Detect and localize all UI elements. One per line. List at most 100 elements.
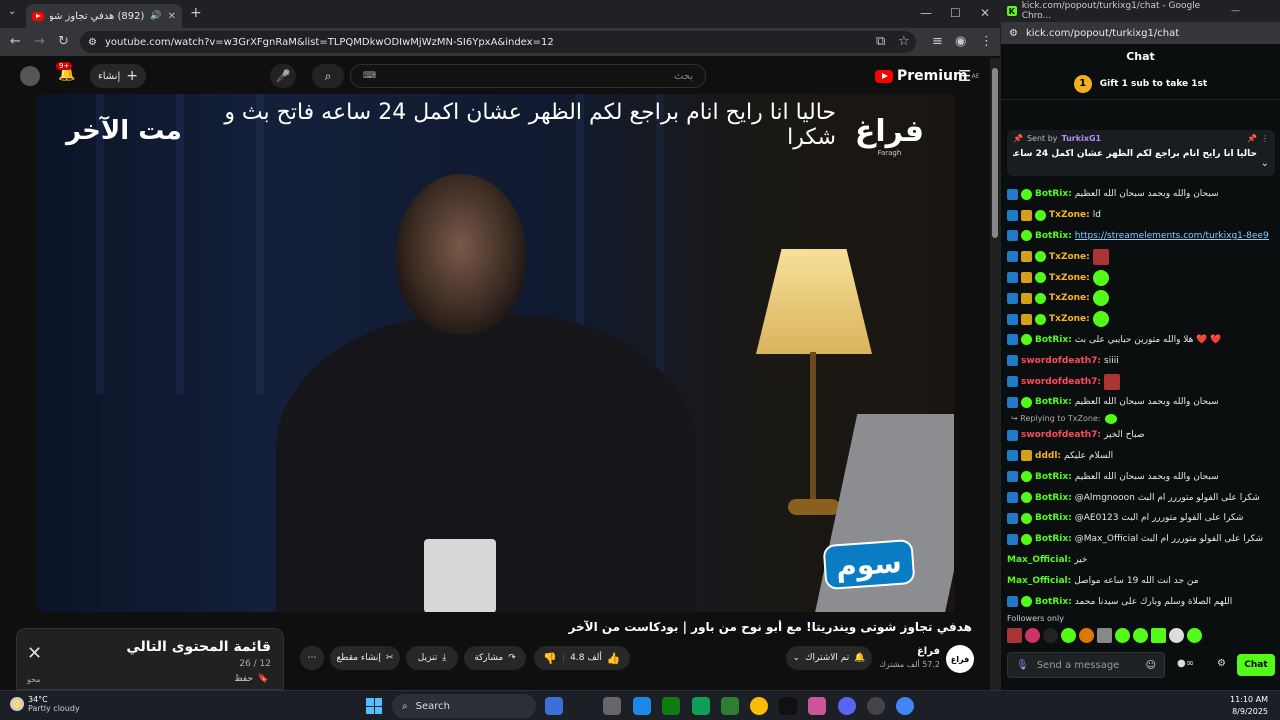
user-avatar[interactable] [20,66,40,86]
emote[interactable] [1169,628,1184,643]
channel-name[interactable]: فراغ [860,646,940,657]
system-clock[interactable]: 11:10 AM 8/9/2025 [1230,694,1268,718]
chat-username[interactable]: TxZone: [1049,293,1090,303]
chat-message[interactable]: BotRix: اللهم الصلاة وسلم وبارك على سيدنا… [1007,591,1269,612]
tab-audio-icon[interactable]: 🔊 [150,11,161,21]
chat-link[interactable]: https://streamelements.com/turkixg1-8ee9… [1075,231,1269,241]
chat-message[interactable]: BotRix: سبحان والله وبحمد سبحان الله العظ… [1007,392,1269,413]
app-icon[interactable] [867,697,885,715]
chrome-icon[interactable] [750,697,768,715]
pinned-message[interactable]: 📌 Sent by TurkixG1 📌 ⋮ حاليا انا رايح ان… [1007,130,1275,176]
address-bar[interactable]: ⚙ youtube.com/watch?v=w3GrXFgnRaM&list=T… [80,31,916,53]
emote[interactable] [1007,628,1022,643]
like-count[interactable]: 4.8 ألف [570,653,602,663]
download-button[interactable]: تنزيل ⤓ [406,646,458,670]
tab-search-list-icon[interactable]: ≡ [932,34,943,49]
guide-menu-icon[interactable]: ☰ [958,67,971,85]
emote[interactable] [1043,628,1058,643]
chat-message[interactable]: BotRix: سبحان والله وبحمد سبحان الله العظ… [1007,466,1269,487]
chat-username[interactable]: BotRix: [1035,397,1072,407]
emote-picker-icon[interactable]: ●∞ [1177,658,1194,669]
chat-message[interactable]: TxZone: [1007,246,1269,267]
chat-message[interactable]: BotRix: @Almgnooon شكرا على الفولو متوررر… [1007,487,1269,508]
chat-username[interactable]: BotRix: [1035,534,1072,544]
clip-button[interactable]: إنشاء مقطع ✂ [330,646,400,670]
chat-username[interactable]: Max_Official: [1007,555,1071,565]
tab-search-icon[interactable]: ⌄ [8,6,16,17]
back-icon[interactable]: ← [10,34,21,49]
subscribed-button[interactable]: ⌄ تم الاشتراك 🔔 [786,646,872,670]
app-icon[interactable] [633,697,651,715]
chat-username[interactable]: TxZone: [1049,210,1090,220]
chat-message[interactable]: BotRix: @AE0123 شكرا على الفولو متوررر ام… [1007,508,1269,529]
chat-username[interactable]: swordofdeath7: [1021,377,1101,387]
channel-avatar[interactable]: فراغ [946,645,974,673]
minecraft-icon[interactable] [721,697,739,715]
notifications-bell[interactable]: 🔔 9+ [56,62,75,82]
emote[interactable] [1097,628,1112,643]
site-info-icon[interactable]: ⚙ [1009,28,1018,39]
chat-message[interactable]: Max_Official: خير [1007,550,1269,571]
mic-icon[interactable]: 🎙 [1016,660,1029,671]
bookmark-icon[interactable]: 🔖 [258,674,269,684]
reload-icon[interactable]: ↻ [58,34,69,49]
chat-message[interactable]: swordofdeath7: siiii [1007,350,1269,371]
emote[interactable] [1115,628,1130,643]
pinned-more-icon[interactable]: ⋮ [1261,134,1269,143]
start-button[interactable] [366,698,382,714]
new-tab-icon[interactable]: + [190,5,202,21]
voice-search-button[interactable]: 🎤 [270,64,296,88]
emote[interactable] [1151,628,1166,643]
minimize-icon[interactable]: — [1231,6,1280,16]
tab-close-icon[interactable]: ✕ [168,11,176,22]
playlist-save-label[interactable]: حفظ [234,674,253,684]
xbox-icon[interactable] [662,697,680,715]
more-actions-button[interactable]: ⋯ [300,646,324,670]
discord-icon[interactable] [838,697,856,715]
kick-address-bar[interactable]: ⚙ kick.com/popout/turkixg1/chat [1001,22,1280,44]
emote[interactable] [1061,628,1076,643]
chat-message[interactable]: BotRix: https://streamelements.com/turkix… [1007,226,1269,247]
gift-sub-banner[interactable]: 1 Gift 1 sub to take 1st [1001,68,1280,100]
chat-username[interactable]: TxZone: [1049,314,1090,324]
chat-username[interactable]: Max_Official: [1007,576,1071,586]
chat-message[interactable]: dddl: السلام عليكم [1007,446,1269,467]
unpin-icon[interactable]: 📌 [1247,134,1257,143]
playlist-close-icon[interactable]: ✕ [27,643,42,664]
keyboard-icon[interactable]: ⌨ [363,71,376,81]
chat-username[interactable]: TxZone: [1049,273,1090,283]
minimize-icon[interactable]: — [920,6,932,20]
install-app-icon[interactable]: ⧉ [876,34,885,49]
chat-username[interactable]: TxZone: [1049,252,1090,262]
emote[interactable] [1025,628,1040,643]
site-info-icon[interactable]: ⚙ [88,37,97,48]
chat-username[interactable]: BotRix: [1035,493,1072,503]
chat-send-button[interactable]: Chat [1237,654,1275,676]
chrome-menu-icon[interactable]: ⋮ [980,34,993,49]
chat-username[interactable]: dddl: [1035,451,1061,461]
chat-username[interactable]: swordofdeath7: [1021,430,1101,440]
chat-message[interactable]: swordofdeath7: صباح الخير [1007,425,1269,446]
chat-message[interactable]: BotRix: هلا والله متورين حبايبي على بث ❤️… [1007,330,1269,351]
chat-username[interactable]: BotRix: [1035,472,1072,482]
app-icon[interactable] [692,697,710,715]
scrollbar-thumb[interactable] [992,68,998,238]
expand-chevron-icon[interactable]: ⌄ [1261,158,1269,169]
tiktok-icon[interactable] [779,697,797,715]
search-input[interactable]: ⌨ بحث [350,64,706,88]
video-player[interactable]: حاليا انا رايح انام براجع لكم الظهر عشان… [36,94,954,612]
emote[interactable] [1187,628,1202,643]
chrome-active-icon[interactable] [896,697,914,715]
bookmark-star-icon[interactable]: ☆ [898,34,910,49]
chat-message[interactable]: TxZone: [1007,267,1269,288]
app-icon[interactable] [808,697,826,715]
chat-message[interactable]: TxZone: [1007,309,1269,330]
forward-icon[interactable]: → [34,34,45,49]
chat-message-input[interactable]: 🎙 Send a message ☺ [1007,652,1165,678]
close-window-icon[interactable]: ✕ [980,6,990,20]
like-icon[interactable]: 👍 [607,652,621,665]
taskbar-search[interactable]: ⌕ Search [392,694,536,718]
taskview-icon[interactable] [545,697,563,715]
chat-username[interactable]: BotRix: [1035,513,1072,523]
chat-username[interactable]: BotRix: [1035,189,1072,199]
